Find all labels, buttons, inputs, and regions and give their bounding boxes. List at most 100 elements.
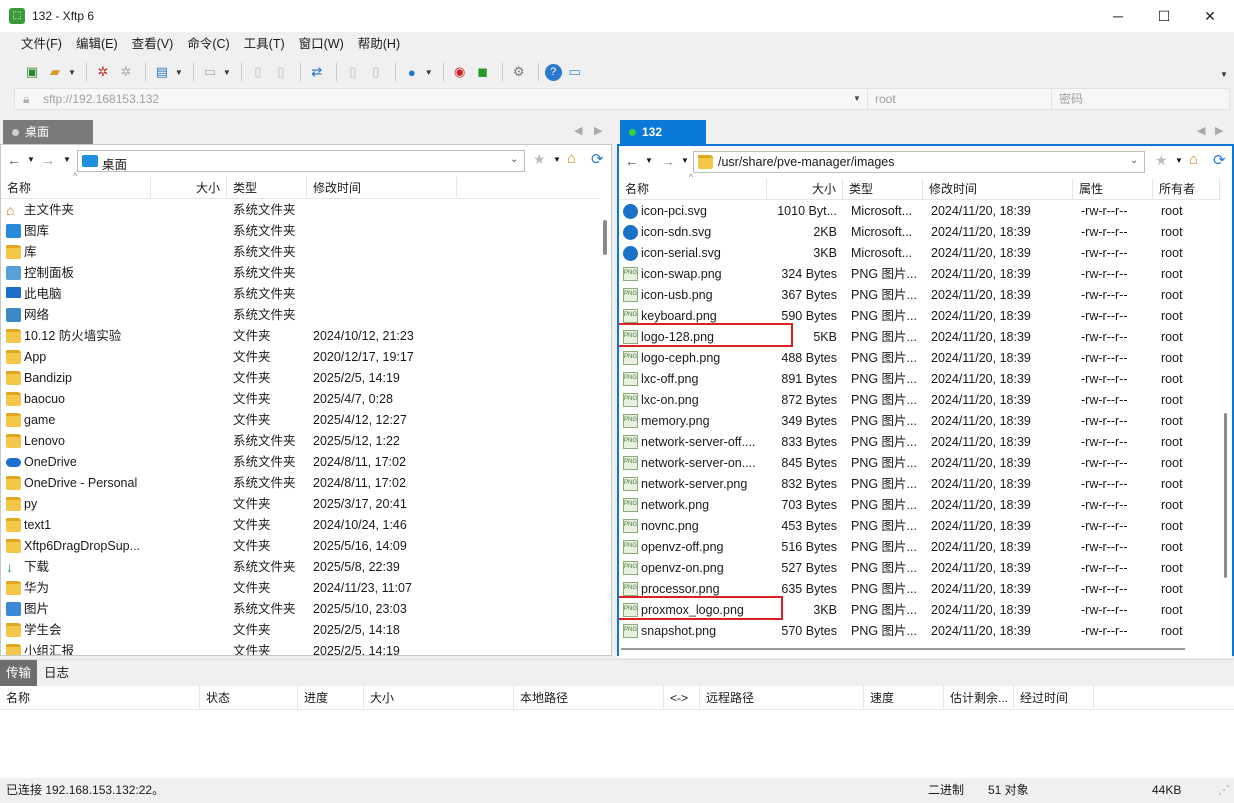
file-row[interactable]: PNG network-server.png 832 Bytes PNG 图片... 2… [619, 474, 1220, 495]
file-row[interactable]: PNG network-server-on.... 845 Bytes PNG 图片.… [619, 453, 1220, 474]
file-row[interactable]: PNG proxmox_logo.png 3KB PNG 图片... 2024/11/2… [619, 596, 1220, 621]
remote-h-scrollbar[interactable] [619, 640, 1232, 658]
new-tab-icon[interactable]: ▤ [152, 62, 172, 82]
tab-log[interactable]: 日志 [38, 660, 75, 686]
file-row[interactable]: PNG lxc-off.png 891 Bytes PNG 图片... 2024/11/… [619, 369, 1220, 390]
file-row[interactable]: 学生会 文件夹 2025/2/5, 14:18 [1, 620, 599, 641]
file-row[interactable]: OneDrive 系统文件夹 2024/8/11, 17:02 [1, 452, 599, 473]
bookmark-dropdown-icon[interactable]: ▼ [1175, 156, 1183, 165]
new-session-icon[interactable]: ▣ [22, 62, 42, 82]
col-name[interactable]: 名称 [0, 686, 200, 710]
col-type[interactable]: 类型 [843, 178, 923, 200]
col-remote-path[interactable]: 远程路径 [700, 686, 864, 710]
transfer-icon[interactable]: ▭ [200, 62, 220, 82]
file-row[interactable]: 库 系统文件夹 [1, 242, 599, 263]
file-row[interactable]: PNG icon-swap.png 324 Bytes PNG 图片... 2024/1… [619, 264, 1220, 285]
tab-local-desktop[interactable]: 桌面 [3, 120, 93, 144]
forward-dropdown-icon[interactable]: ▼ [63, 155, 71, 164]
chat-icon[interactable]: ▭ [565, 62, 585, 82]
host-input[interactable]: sftp://192.168153.132 [43, 89, 159, 109]
file-row[interactable]: 控制面板 系统文件夹 [1, 263, 599, 284]
remote-scrollbar-thumb[interactable] [1224, 413, 1227, 578]
xftp-icon[interactable]: ◼ [473, 62, 493, 82]
menu-command[interactable]: 命令(C) [180, 32, 236, 56]
local-scrollbar[interactable] [599, 177, 611, 655]
help-icon[interactable]: ? [544, 63, 562, 81]
file-row[interactable]: OneDrive - Personal 系统文件夹 2024/8/11, 17:02 [1, 473, 599, 494]
forward-icon[interactable]: → [41, 152, 55, 168]
sync-icon[interactable]: ⇄ [307, 62, 327, 82]
minimize-button[interactable]: ─ [1095, 0, 1141, 32]
file-row[interactable]: PNG memory.png 349 Bytes PNG 图片... 2024/11/2… [619, 411, 1220, 432]
file-icon[interactable]: ▯ [248, 62, 268, 82]
tab-scroll-right-icon[interactable]: ▶ [1215, 124, 1223, 137]
file-row[interactable]: Xftp6DragDropSup... 文件夹 2025/5/16, 14:09 [1, 536, 599, 557]
file-row[interactable]: ↓ 下载 系统文件夹 2025/5/8, 22:39 [1, 557, 599, 578]
menu-edit[interactable]: 编辑(E) [69, 32, 125, 56]
col-size[interactable]: 大小 [151, 177, 227, 199]
file-row[interactable]: PNG openvz-on.png 527 Bytes PNG 图片... 2024/1… [619, 558, 1220, 579]
file-row[interactable]: baocuo 文件夹 2025/4/7, 0:28 [1, 389, 599, 410]
menu-file[interactable]: 文件(F) [14, 32, 69, 56]
file-row[interactable]: icon-sdn.svg 2KB Microsoft... 2024/11/20, 1… [619, 222, 1220, 243]
file-row[interactable]: 网络 系统文件夹 [1, 305, 599, 326]
menu-window[interactable]: 窗口(W) [292, 32, 351, 56]
bookmark-icon[interactable]: ★ [1155, 152, 1168, 169]
file-row[interactable]: 小组汇报 文件夹 2025/2/5, 14:19 [1, 641, 599, 655]
disconnect-icon[interactable]: ✲ [116, 62, 136, 82]
path-dropdown-icon[interactable]: ⌄ [510, 154, 518, 165]
transfer-dropdown-icon[interactable]: ▼ [223, 68, 231, 77]
col-mtime[interactable]: 修改时间 [307, 177, 457, 199]
file-row[interactable]: 图片 系统文件夹 2025/5/10, 23:03 [1, 599, 599, 620]
remote-path-box[interactable]: /usr/share/pve-manager/images ⌄ [693, 151, 1145, 173]
col-mtime[interactable]: 修改时间 [923, 178, 1073, 200]
remote-scrollbar[interactable] [1220, 178, 1232, 640]
back-dropdown-icon[interactable]: ▼ [27, 155, 35, 164]
file-row[interactable]: Bandizip 文件夹 2025/2/5, 14:19 [1, 368, 599, 389]
file-row[interactable]: 图库 系统文件夹 [1, 221, 599, 242]
file-row[interactable]: App 文件夹 2020/12/17, 19:17 [1, 347, 599, 368]
path-dropdown-icon[interactable]: ⌄ [1130, 155, 1138, 166]
new-tab-dropdown-icon[interactable]: ▼ [175, 68, 183, 77]
col-owner[interactable]: 所有者 [1153, 178, 1220, 200]
col-elapsed[interactable]: 经过时间 [1014, 686, 1094, 710]
col-eta[interactable]: 估计剩余... [944, 686, 1014, 710]
file-row[interactable]: Lenovo 系统文件夹 2025/5/12, 1:22 [1, 431, 599, 452]
copy-icon[interactable]: ▯ [343, 62, 363, 82]
col-size[interactable]: 大小 [364, 686, 514, 710]
file-row[interactable]: PNG novnc.png 453 Bytes PNG 图片... 2024/11/20… [619, 516, 1220, 537]
host-dropdown-icon[interactable]: ▼ [853, 89, 861, 109]
tab-scroll-left-icon[interactable]: ◀ [574, 124, 582, 137]
open-dropdown-icon[interactable]: ▼ [68, 68, 76, 77]
open-folder-icon[interactable]: ▰ [45, 62, 65, 82]
tab-scroll-left-icon[interactable]: ◀ [1197, 124, 1205, 137]
globe-icon[interactable]: ● [402, 62, 422, 82]
resize-grip-icon[interactable]: ⋰ [1218, 778, 1230, 803]
maximize-button[interactable]: ☐ [1141, 0, 1187, 32]
tab-remote-132[interactable]: 132 [620, 120, 706, 144]
refresh-icon[interactable]: ⟳ [591, 150, 604, 168]
menu-tools[interactable]: 工具(T) [237, 32, 292, 56]
forward-icon[interactable]: → [661, 153, 675, 169]
home-icon[interactable]: ⌂ [567, 150, 576, 167]
bookmark-icon[interactable]: ★ [533, 151, 546, 168]
refresh-icon[interactable]: ⟳ [1213, 151, 1226, 169]
file-row[interactable]: 此电脑 系统文件夹 [1, 284, 599, 305]
toolbar-overflow-icon[interactable]: ▼ [1220, 70, 1228, 79]
col-name[interactable]: 名称 [1, 177, 151, 199]
file-row[interactable]: PNG network-server-off.... 833 Bytes PNG 图片… [619, 432, 1220, 453]
tab-scroll-right-icon[interactable]: ▶ [594, 124, 602, 137]
file-row[interactable]: PNG logo-128.png 5KB PNG 图片... 2024/11/20, 1… [619, 323, 1220, 348]
file-row[interactable]: icon-pci.svg 1010 Byt... Microsoft... 2024/… [619, 201, 1220, 222]
back-icon[interactable]: ← [7, 152, 21, 168]
col-size[interactable]: 大小 [767, 178, 843, 200]
file-row[interactable]: 10.12 防火墙实验 文件夹 2024/10/12, 21:23 [1, 326, 599, 347]
file-row[interactable]: py 文件夹 2025/3/17, 20:41 [1, 494, 599, 515]
password-input[interactable]: 密码 [1059, 89, 1083, 109]
file-row[interactable]: ⌂ 主文件夹 系统文件夹 [1, 200, 599, 221]
file-row[interactable]: PNG icon-usb.png 367 Bytes PNG 图片... 2024/11… [619, 285, 1220, 306]
file-row[interactable]: PNG network.png 703 Bytes PNG 图片... 2024/11/… [619, 495, 1220, 516]
xshell-icon[interactable]: ◉ [450, 62, 470, 82]
forward-dropdown-icon[interactable]: ▼ [681, 156, 689, 165]
menu-help[interactable]: 帮助(H) [351, 32, 407, 56]
